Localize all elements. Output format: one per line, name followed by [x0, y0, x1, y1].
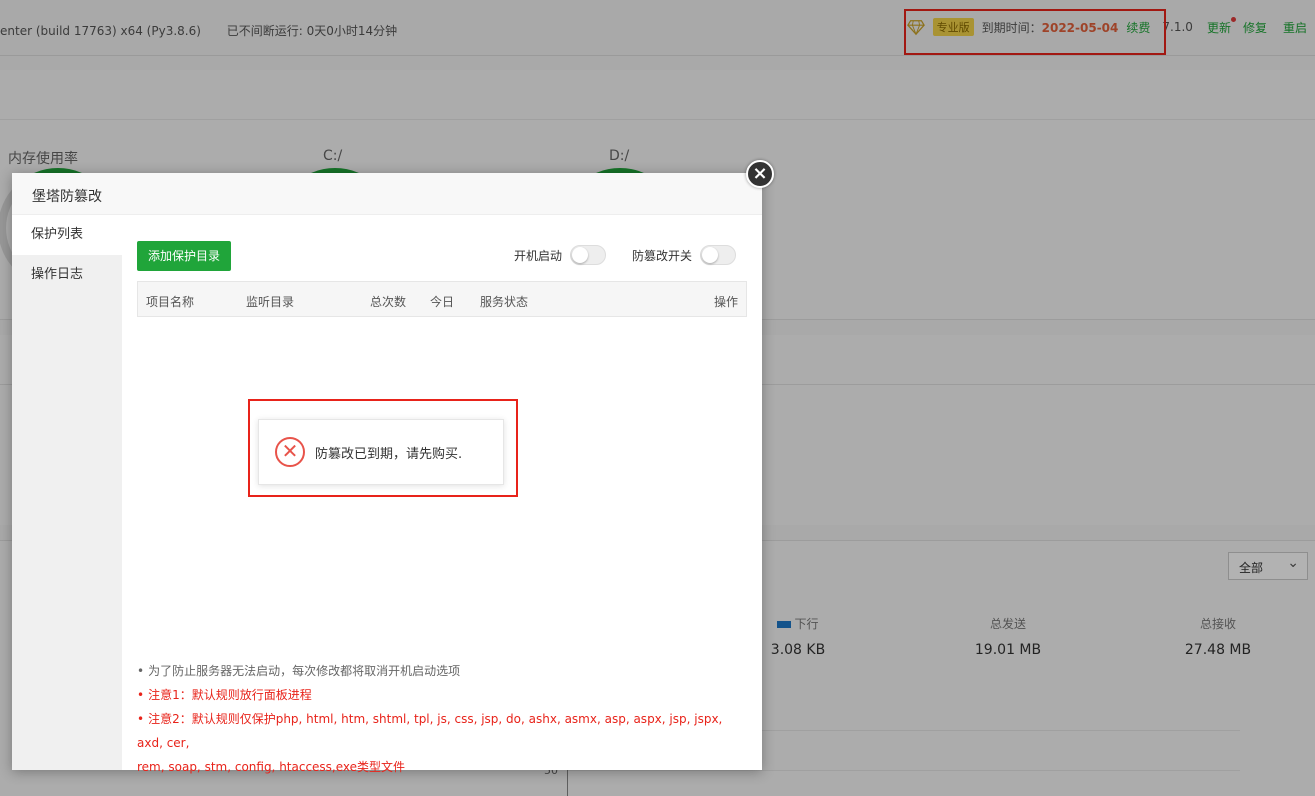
note-item: • 注意1：默认规则放行面板进程: [137, 683, 747, 707]
close-icon[interactable]: ×: [746, 160, 774, 188]
sidebar-item-operation-log[interactable]: 操作日志: [12, 255, 122, 295]
notes-list: • 为了防止服务器无法启动，每次修改都将取消开机启动选项 • 注意1：默认规则放行面…: [137, 659, 747, 779]
bullet-icon: •: [137, 688, 145, 702]
column-header: 操作: [713, 295, 738, 309]
boot-start-label: 开机启动: [514, 248, 563, 263]
sidebar-item-protect-list[interactable]: 保护列表: [12, 215, 122, 255]
bullet-icon: •: [137, 664, 145, 678]
column-header: 服务状态: [480, 295, 529, 309]
column-header: 监听目录: [246, 295, 295, 309]
bullet-icon: •: [137, 712, 145, 726]
tamper-switch-label: 防篡改开关: [632, 248, 693, 263]
tamper-switch-toggle[interactable]: [700, 245, 737, 265]
note-item: • 注意2：默认规则仅保护php, html, htm, shtml, tpl, …: [137, 707, 747, 755]
modal-sidebar: 保护列表 操作日志: [12, 215, 122, 770]
column-header: 项目名称: [146, 295, 195, 309]
column-header: 总次数: [370, 295, 407, 309]
boot-start-toggle[interactable]: [570, 245, 607, 265]
boot-start-group: 开机启动: [514, 245, 607, 265]
column-header: 今日: [430, 295, 455, 309]
protect-table-header: 项目名称 监听目录 总次数 今日 服务状态 操作: [137, 281, 747, 317]
note-item: • 为了防止服务器无法启动，每次修改都将取消开机启动选项: [137, 659, 747, 683]
note-item-continued: rem, soap, stm, config, htaccess,exe类型文件: [137, 760, 406, 774]
note-text: 注意2：默认规则仅保护php, html, htm, shtml, tpl, j…: [137, 712, 723, 750]
note-text: 注意1：默认规则放行面板进程: [148, 688, 312, 702]
modal-title: 堡塔防篡改: [12, 173, 762, 215]
add-protect-dir-button[interactable]: 添加保护目录: [137, 241, 231, 271]
note-text: 为了防止服务器无法启动，每次修改都将取消开机启动选项: [148, 664, 461, 678]
message-highlight-box: [248, 399, 518, 497]
tamper-switch-group: 防篡改开关: [632, 245, 737, 265]
